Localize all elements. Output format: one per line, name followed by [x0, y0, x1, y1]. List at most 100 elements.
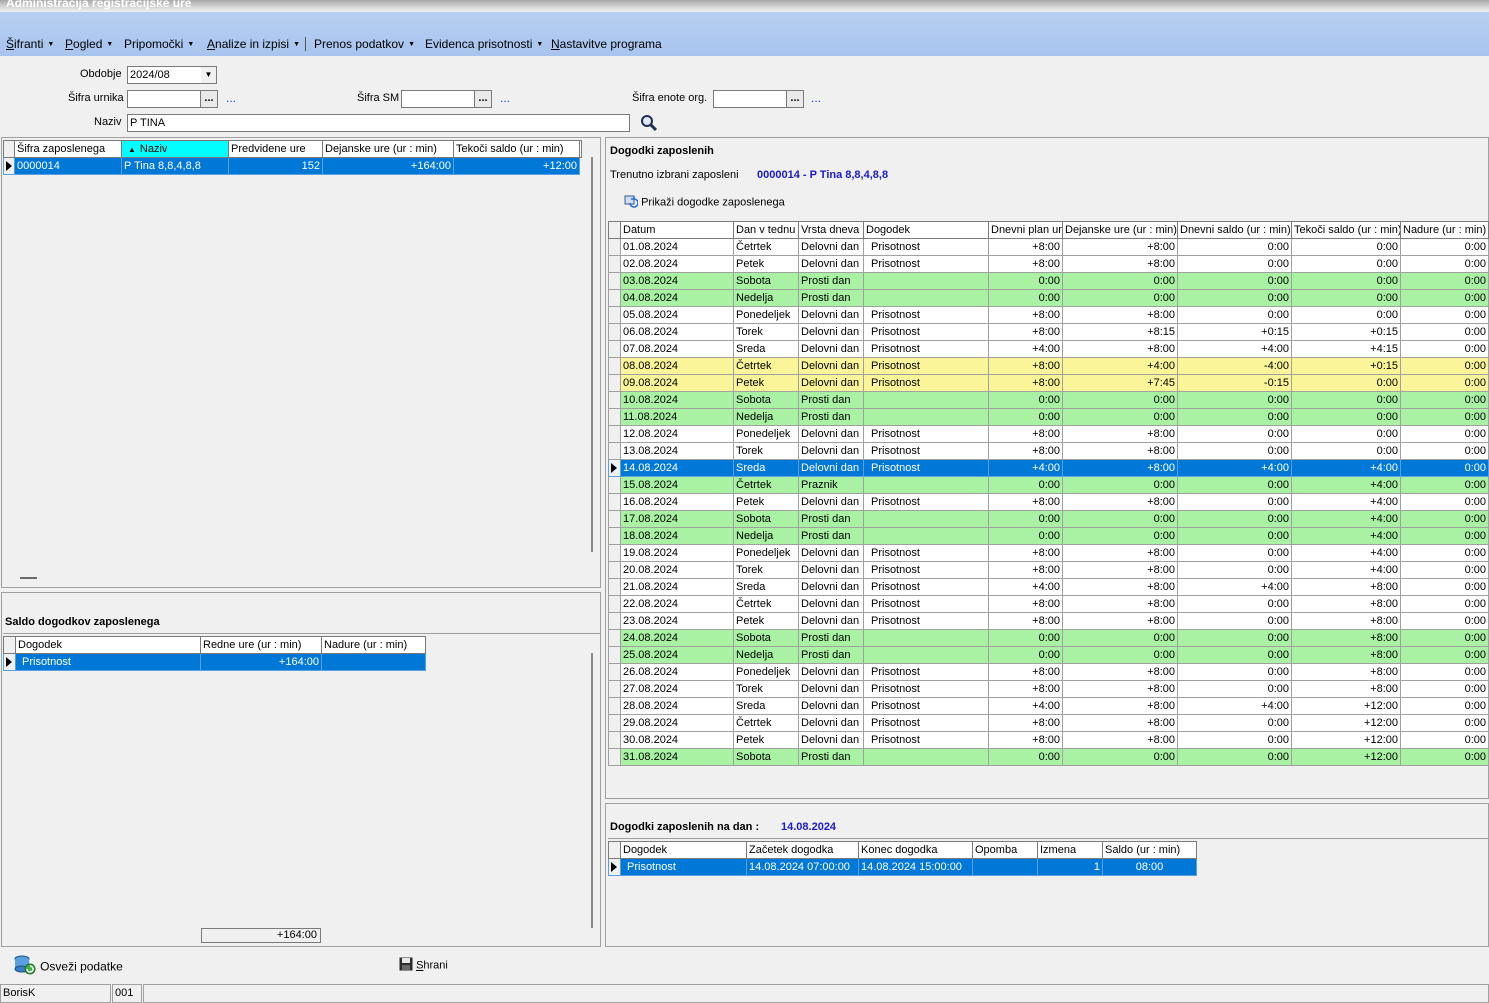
menu-prenos[interactable]: Prenos podatkov ▼ — [314, 37, 415, 51]
cell-nadure[interactable]: 0:00 — [1400, 510, 1489, 528]
cell-plan[interactable]: +8:00 — [988, 663, 1063, 681]
cell-plan[interactable]: +8:00 — [988, 731, 1063, 749]
cell-vrsta[interactable]: Delovni dan — [798, 255, 864, 273]
cell-nadure[interactable]: 0:00 — [1400, 238, 1489, 256]
table-row[interactable]: 22.08.2024 Četrtek Delovni dan Prisotnost +8… — [608, 595, 1489, 613]
cell-dogodek[interactable]: Prisotnost — [863, 425, 989, 443]
cell-datum[interactable]: 18.08.2024 — [620, 527, 734, 545]
cell-dnevni[interactable]: -4:00 — [1177, 357, 1292, 375]
cell-dogodek[interactable] — [863, 476, 989, 494]
cell-dogodek[interactable] — [863, 646, 989, 664]
cell-plan[interactable]: +8:00 — [988, 680, 1063, 698]
cell-tekoci[interactable]: +4:00 — [1291, 527, 1401, 545]
cell-tekoci[interactable]: +8:00 — [1291, 612, 1401, 630]
cell-tekoci[interactable]: +4:00 — [1291, 544, 1401, 562]
cell-sifra[interactable]: 0000014 — [14, 157, 122, 175]
cell-dejanske[interactable]: 0:00 — [1062, 289, 1178, 307]
col-header-vrsta[interactable]: Vrsta dneva — [798, 221, 864, 239]
cell-vrsta[interactable]: Prosti dan — [798, 391, 864, 409]
cell-tekoci[interactable]: 0:00 — [1291, 408, 1401, 426]
cell-dogodek[interactable]: Prisotnost — [620, 858, 747, 876]
col-header-tekoci[interactable]: Tekoči saldo (ur : min) — [1291, 221, 1401, 239]
cell-dogodek[interactable] — [863, 272, 989, 290]
cell-dogodek[interactable]: Prisotnost — [863, 663, 989, 681]
cell-tekoci[interactable]: +8:00 — [1291, 663, 1401, 681]
dropdown-arrow-icon[interactable]: ▼ — [201, 67, 216, 83]
cell-nadure[interactable] — [321, 653, 426, 671]
cell-dogodek[interactable] — [863, 527, 989, 545]
cell-datum[interactable]: 10.08.2024 — [620, 391, 734, 409]
cell-dnevni[interactable]: 0:00 — [1177, 663, 1292, 681]
cell-dan[interactable]: Torek — [733, 442, 799, 460]
cell-dogodek[interactable]: Prisotnost — [863, 459, 989, 477]
cell-plan[interactable]: 0:00 — [988, 748, 1063, 766]
cell-dnevni[interactable]: 0:00 — [1177, 714, 1292, 732]
table-row[interactable]: 11.08.2024 Nedelja Prosti dan 0:00 0:00 0:00 0… — [608, 408, 1489, 426]
cell-tekoci[interactable]: 0:00 — [1291, 289, 1401, 307]
cell-dogodek[interactable]: Prisotnost — [863, 612, 989, 630]
cell-dnevni[interactable]: 0:00 — [1177, 391, 1292, 409]
cell-dogodek[interactable]: Prisotnost — [863, 493, 989, 511]
sifra-sm-browse-button[interactable]: ... — [474, 90, 492, 108]
cell-dejanske[interactable]: +8:00 — [1062, 697, 1178, 715]
cell-dnevni[interactable]: 0:00 — [1177, 255, 1292, 273]
cell-nadure[interactable]: 0:00 — [1400, 595, 1489, 613]
cell-dejanske[interactable]: +7:45 — [1062, 374, 1178, 392]
cell-dnevni[interactable]: 0:00 — [1177, 289, 1292, 307]
cell-dan[interactable]: Torek — [733, 680, 799, 698]
cell-dejanske[interactable]: +164:00 — [322, 157, 454, 175]
table-row[interactable]: 0000014 P Tina 8,8,4,8,8 152 +164:00 +12… — [3, 157, 582, 175]
cell-dan[interactable]: Četrtek — [733, 476, 799, 494]
cell-nadure[interactable]: 0:00 — [1400, 255, 1489, 273]
cell-dnevni[interactable]: 0:00 — [1177, 612, 1292, 630]
cell-datum[interactable]: 01.08.2024 — [620, 238, 734, 256]
cell-plan[interactable]: +8:00 — [988, 238, 1063, 256]
table-row[interactable]: 01.08.2024 Četrtek Delovni dan Prisotnost +8… — [608, 238, 1489, 256]
cell-plan[interactable]: +8:00 — [988, 714, 1063, 732]
cell-dan[interactable]: Nedelja — [733, 289, 799, 307]
cell-vrsta[interactable]: Prosti dan — [798, 646, 864, 664]
cell-dan[interactable]: Sreda — [733, 697, 799, 715]
cell-plan[interactable]: +8:00 — [988, 323, 1063, 341]
cell-nadure[interactable]: 0:00 — [1400, 731, 1489, 749]
cell-dejanske[interactable]: +4:00 — [1062, 357, 1178, 375]
cell-dnevni[interactable]: +4:00 — [1177, 340, 1292, 358]
cell-dogodek[interactable]: Prisotnost — [863, 374, 989, 392]
col-header-nadure[interactable]: Nadure (ur : min) — [1400, 221, 1489, 239]
cell-dogodek[interactable]: Prisotnost — [863, 255, 989, 273]
cell-nadure[interactable]: 0:00 — [1400, 374, 1489, 392]
cell-dan[interactable]: Četrtek — [733, 238, 799, 256]
cell-dejanske[interactable]: +8:00 — [1062, 544, 1178, 562]
menu-pogled[interactable]: Pogled ▼ — [65, 37, 113, 51]
horizontal-scrollbar[interactable] — [20, 577, 37, 579]
cell-dogodek[interactable] — [863, 629, 989, 647]
cell-dan[interactable]: Petek — [733, 374, 799, 392]
vertical-scrollbar[interactable] — [591, 653, 593, 928]
cell-dejanske[interactable]: +8:15 — [1062, 323, 1178, 341]
cell-nadure[interactable]: 0:00 — [1400, 493, 1489, 511]
cell-opomba[interactable] — [972, 858, 1038, 876]
cell-plan[interactable]: 0:00 — [988, 408, 1063, 426]
cell-dan[interactable]: Sobota — [733, 272, 799, 290]
cell-tekoci[interactable]: +4:00 — [1291, 561, 1401, 579]
cell-dogodek[interactable]: Prisotnost — [863, 442, 989, 460]
cell-dejanske[interactable]: +8:00 — [1062, 425, 1178, 443]
cell-plan[interactable]: 0:00 — [988, 527, 1063, 545]
cell-dan[interactable]: Sobota — [733, 391, 799, 409]
cell-tekoci[interactable]: +4:00 — [1291, 493, 1401, 511]
cell-dan[interactable]: Nedelja — [733, 408, 799, 426]
table-row[interactable]: 25.08.2024 Nedelja Prosti dan 0:00 0:00 0:00 +… — [608, 646, 1489, 664]
cell-datum[interactable]: 30.08.2024 — [620, 731, 734, 749]
cell-nadure[interactable]: 0:00 — [1400, 340, 1489, 358]
cell-dogodek[interactable]: Prisotnost — [863, 561, 989, 579]
menu-nastavitve[interactable]: Nastavitve programa — [551, 37, 662, 51]
vertical-scrollbar[interactable] — [591, 157, 593, 552]
table-row[interactable]: 14.08.2024 Sreda Delovni dan Prisotnost +4:0… — [608, 459, 1489, 477]
table-row[interactable]: 16.08.2024 Petek Delovni dan Prisotnost +8:0… — [608, 493, 1489, 511]
cell-vrsta[interactable]: Delovni dan — [798, 306, 864, 324]
cell-datum[interactable]: 03.08.2024 — [620, 272, 734, 290]
cell-tekoci[interactable]: 0:00 — [1291, 442, 1401, 460]
cell-dejanske[interactable]: +8:00 — [1062, 731, 1178, 749]
cell-dejanske[interactable]: 0:00 — [1062, 272, 1178, 290]
col-header-dejanske[interactable]: Dejanske ure (ur : min) — [322, 140, 454, 158]
